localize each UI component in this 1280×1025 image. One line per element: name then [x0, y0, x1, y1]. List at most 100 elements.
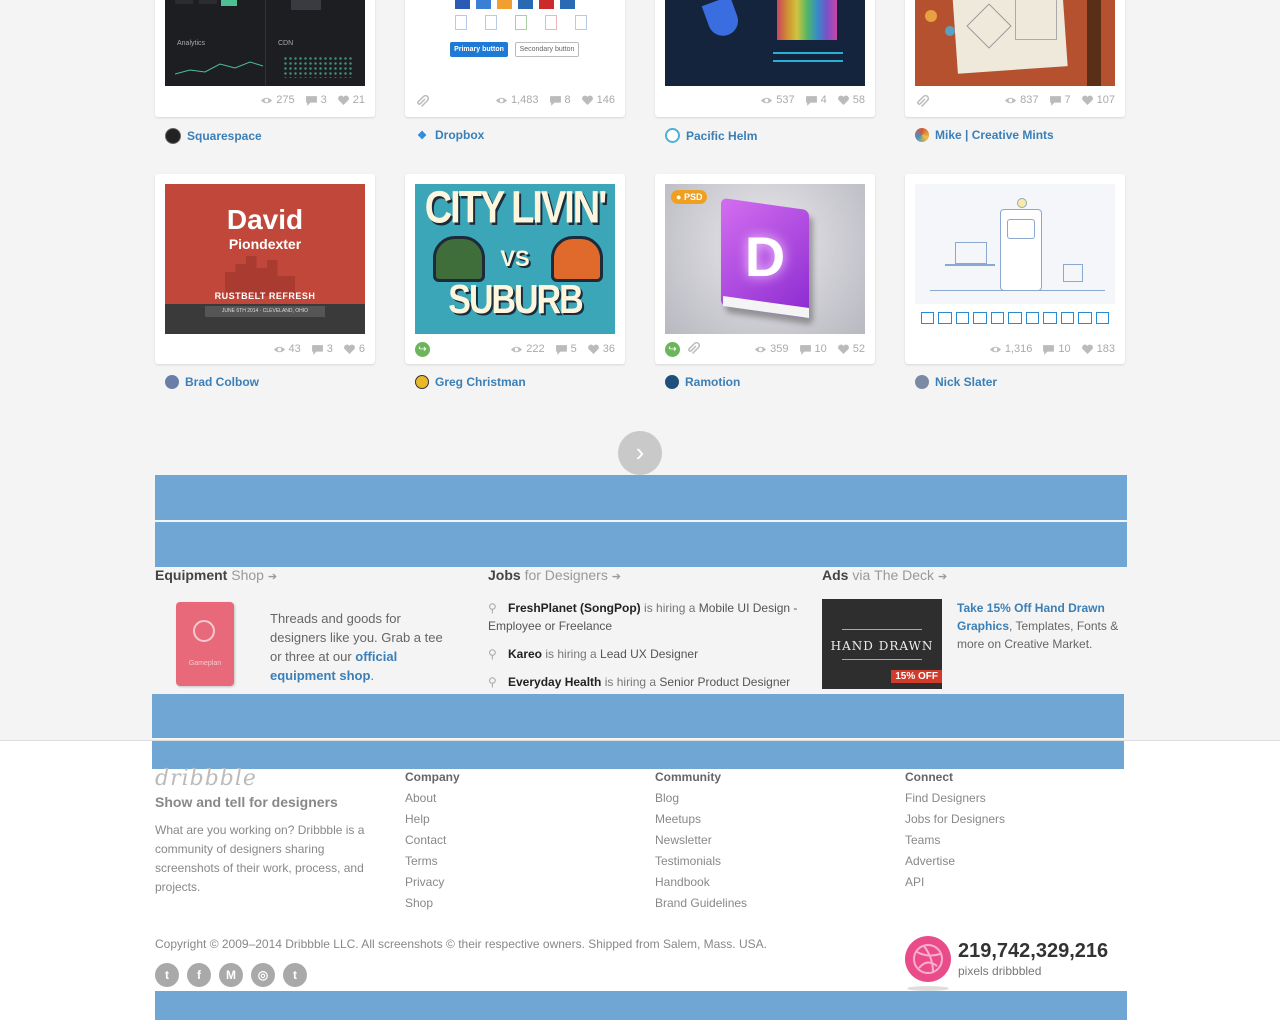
footer-link-handbook[interactable]: Handbook	[655, 875, 747, 890]
job-listing[interactable]: ⚲ FreshPlanet (SongPop) is hiring a Mobil…	[488, 599, 798, 635]
footer-link-newsletter[interactable]: Newsletter	[655, 833, 747, 848]
footer-link-testimonials[interactable]: Testimonials	[655, 854, 747, 869]
attachment-icon[interactable]	[415, 95, 429, 109]
likes-stat[interactable]: 36	[587, 343, 615, 355]
comments-stat[interactable]: 5	[555, 343, 577, 355]
player-link[interactable]: Mike | Creative Mints	[915, 128, 1054, 142]
dribbble-logo[interactable]: dribbble	[155, 766, 257, 791]
ad-image[interactable]: HAND DRAWN 15% OFF	[822, 599, 942, 689]
shot-thumbnail[interactable]	[915, 184, 1115, 334]
footer-link-find-designers[interactable]: Find Designers	[905, 791, 1005, 806]
footer-link-advertise[interactable]: Advertise	[905, 854, 1005, 869]
likes-stat[interactable]: 58	[837, 94, 865, 106]
footer-link-about[interactable]: About	[405, 791, 460, 806]
book-letter-text: D	[744, 225, 786, 288]
dropbox-icon: ❖	[417, 129, 427, 142]
likes-stat[interactable]: 183	[1081, 343, 1115, 355]
avatar	[915, 375, 929, 389]
comments-stat[interactable]: 3	[305, 94, 327, 106]
footer-about: What are you working on? Dribbble is a c…	[155, 823, 365, 894]
shot-card[interactable]: 1,316 10 183	[905, 174, 1125, 364]
footer-link-help[interactable]: Help	[405, 812, 460, 827]
medium-icon[interactable]: M	[219, 963, 243, 987]
player-link[interactable]: Ramotion	[665, 375, 740, 389]
shot-card[interactable]: Primary button Secondary button 1,483 8 …	[405, 0, 625, 117]
shot-card[interactable]: ● PSD D ↪ 359 10 52	[655, 174, 875, 364]
shot-thumbnail[interactable]: Primary button Secondary button	[415, 0, 615, 86]
tumblr-icon[interactable]: t	[283, 963, 307, 987]
shot-card[interactable]: 537 4 58	[655, 0, 875, 117]
shot-thumbnail[interactable]: ● PSD D	[665, 184, 865, 334]
shot-card[interactable]: 837 7 107	[905, 0, 1125, 117]
next-page-button[interactable]: ›	[618, 431, 662, 475]
rebound-icon[interactable]: ↪	[665, 342, 680, 357]
likes-stat[interactable]: 6	[343, 343, 365, 355]
jobs-heading[interactable]: Jobs for Designers ➔	[488, 567, 621, 583]
arrow-right-icon: ➔	[611, 571, 621, 583]
attachment-icon[interactable]	[915, 95, 929, 109]
shot-card[interactable]: Analytics CDN 275 3 21	[155, 0, 375, 117]
footer-link-teams[interactable]: Teams	[905, 833, 1005, 848]
footer-link-privacy[interactable]: Privacy	[405, 875, 460, 890]
footer-link-terms[interactable]: Terms	[405, 854, 460, 869]
pin-icon: ⚲	[488, 647, 497, 661]
likes-stat[interactable]: 21	[337, 94, 365, 106]
rebound-icon[interactable]: ↪	[415, 342, 430, 357]
player-link[interactable]: Greg Christman	[415, 375, 526, 389]
instagram-icon[interactable]: ◎	[251, 963, 275, 987]
eye-icon	[273, 346, 285, 352]
footer-link-blog[interactable]: Blog	[655, 791, 747, 806]
player-link[interactable]: Nick Slater	[915, 375, 997, 389]
likes-stat[interactable]: 146	[581, 94, 615, 106]
shot-card[interactable]: David Piondexter RUSTBELT REFRESH JUNE 6…	[155, 174, 375, 364]
comments-stat[interactable]: 8	[549, 94, 571, 106]
equipment-heading[interactable]: Equipment Shop ➔	[155, 567, 277, 583]
comment-icon	[555, 344, 567, 355]
shot-thumbnail[interactable]: CITY LIVIN' VS SUBURB LIVIN'	[415, 184, 615, 334]
secondary-button-mock: Secondary button	[515, 42, 579, 57]
eye-icon	[511, 346, 523, 352]
comments-stat[interactable]: 3	[311, 343, 333, 355]
footer-link-shop[interactable]: Shop	[405, 896, 460, 911]
ad-banner-placeholder	[152, 741, 1124, 769]
comment-icon	[799, 344, 811, 355]
job-listing[interactable]: ⚲ Everyday Health is hiring a Senior Prod…	[488, 673, 798, 691]
ads-heading[interactable]: Ads via The Deck ➔	[822, 567, 947, 583]
pin-icon: ⚲	[488, 601, 497, 615]
pixels-label: pixels dribbbled	[958, 964, 1042, 978]
comments-stat[interactable]: 10	[1042, 343, 1071, 355]
gameplan-book-image[interactable]: Gameplan	[176, 602, 234, 686]
views-stat: 222	[510, 343, 545, 355]
job-listing[interactable]: ⚲ Kareo is hiring a Lead UX Designer	[488, 645, 798, 663]
player-link[interactable]: ❖ Dropbox	[415, 128, 484, 142]
footer-link-brand-guidelines[interactable]: Brand Guidelines	[655, 896, 747, 911]
shot-thumbnail[interactable]: David Piondexter RUSTBELT REFRESH JUNE 6…	[165, 184, 365, 334]
attachment-icon[interactable]	[686, 342, 700, 356]
avatar	[415, 375, 429, 389]
likes-stat[interactable]: 52	[837, 343, 865, 355]
shot-subtitle-text: Piondexter	[228, 236, 302, 252]
comments-stat[interactable]: 10	[799, 343, 827, 355]
shot-thumbnail[interactable]: Analytics CDN	[165, 0, 365, 86]
footer-link-api[interactable]: API	[905, 875, 1005, 890]
comments-stat[interactable]: 4	[805, 94, 827, 106]
views-stat: 275	[260, 94, 295, 106]
player-link[interactable]: Brad Colbow	[165, 375, 259, 389]
shot-thumbnail[interactable]	[665, 0, 865, 86]
likes-stat[interactable]: 107	[1081, 94, 1115, 106]
footer-link-jobs[interactable]: Jobs for Designers	[905, 812, 1005, 827]
player-link[interactable]: Pacific Helm	[665, 128, 757, 143]
shot-card[interactable]: CITY LIVIN' VS SUBURB LIVIN' ↪ 222 5 36	[405, 174, 625, 364]
pixels-count: 219,742,329,216	[958, 940, 1109, 962]
twitter-icon[interactable]: t	[155, 963, 179, 987]
event-text: RUSTBELT REFRESH	[214, 291, 316, 301]
shot-thumbnail[interactable]	[915, 0, 1115, 86]
heart-icon	[581, 95, 593, 105]
facebook-icon[interactable]: f	[187, 963, 211, 987]
footer-link-contact[interactable]: Contact	[405, 833, 460, 848]
player-link[interactable]: Squarespace	[165, 128, 262, 144]
comments-stat[interactable]: 7	[1049, 94, 1071, 106]
views-stat: 359	[754, 343, 789, 355]
footer-link-meetups[interactable]: Meetups	[655, 812, 747, 827]
comment-icon	[1043, 344, 1055, 355]
